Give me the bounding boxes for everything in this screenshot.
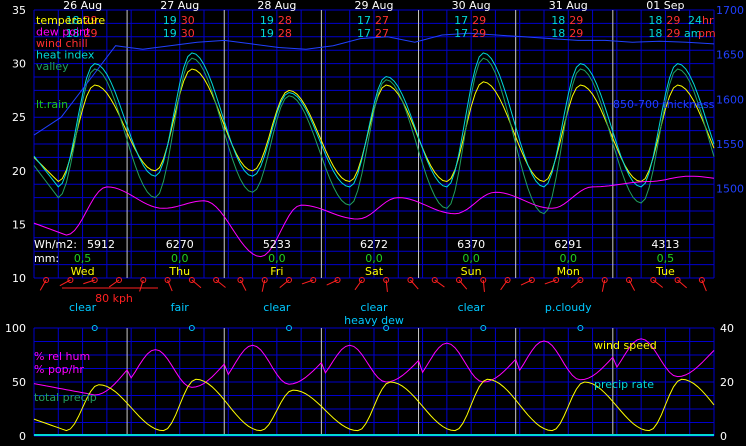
date-label: 28 Aug: [257, 0, 296, 12]
legend-pop-hr: % pop/hr: [34, 363, 84, 376]
max-temp-pm: 30: [181, 27, 195, 40]
thickness-label: 850-700 thickness: [613, 98, 715, 111]
legend-precip-rate: precip rate: [594, 378, 654, 391]
max-temp-pm: 29: [666, 27, 680, 40]
day-name: Wed: [71, 265, 95, 278]
legend-valley: valley: [36, 60, 69, 73]
date-label: 26 Aug: [63, 0, 102, 12]
daily-radiation: 5233: [263, 238, 291, 251]
day-name: Mon: [557, 265, 580, 278]
min-temp-am: 19: [260, 27, 274, 40]
daily-radiation: 6272: [360, 238, 388, 251]
sky-condition-label: clear: [458, 301, 486, 314]
precip-row-label: mm:: [34, 252, 59, 265]
tick-label-temp: 35: [12, 4, 26, 17]
daily-precip-mm: 0,0: [268, 252, 286, 265]
tick-label-thickness: 1550: [716, 138, 744, 151]
min-temp-24h: 17: [357, 14, 371, 27]
tick-label-temp: 20: [12, 165, 26, 178]
legend-lt-rain: lt.rain: [36, 98, 68, 111]
tick-label-percent: 0: [19, 430, 26, 443]
tick-label-percent: 100: [5, 322, 26, 335]
header-suffix-pm: pm: [698, 27, 716, 40]
daily-precip-mm: 0,0: [462, 252, 480, 265]
daily-precip-mm: 0,0: [171, 252, 189, 265]
min-temp-24h: 19: [260, 14, 274, 27]
daily-precip-mm: 0,0: [365, 252, 383, 265]
daily-precip-mm: 0,5: [657, 252, 675, 265]
radiation-row-label: Wh/m2:: [34, 238, 77, 251]
day-name: Sat: [365, 265, 384, 278]
legend-total-precip: total precip: [34, 391, 97, 404]
min-temp-am: 17: [357, 27, 371, 40]
max-temp-pm: 28: [278, 27, 292, 40]
min-temp-24h: 18: [648, 14, 662, 27]
sky-condition-label: clear: [69, 301, 97, 314]
header-suffix-24: 24: [688, 14, 702, 27]
max-temp-pm: 27: [375, 27, 389, 40]
max-temp-24h: 29: [666, 14, 680, 27]
day-name: Sun: [461, 265, 482, 278]
max-temp-24h: 30: [181, 14, 195, 27]
min-temp-am: 17: [454, 27, 468, 40]
sky-condition-label: fair: [171, 301, 190, 314]
sky-condition-label: p.cloudy: [545, 301, 592, 314]
tick-label-temp: 30: [12, 58, 26, 71]
max-temp-pm: 29: [472, 27, 486, 40]
min-temp-am: 19: [163, 27, 177, 40]
tick-label-speed: 40: [720, 322, 734, 335]
tick-label-temp: 15: [12, 218, 26, 231]
tick-label-speed: 0: [720, 430, 727, 443]
tick-label-percent: 50: [12, 376, 26, 389]
tick-label-thickness: 1700: [716, 4, 744, 17]
date-label: 29 Aug: [355, 0, 394, 12]
max-temp-24h: 29: [569, 14, 583, 27]
day-name: Thu: [168, 265, 190, 278]
sky-condition-label: clear: [263, 301, 291, 314]
day-name: Fri: [270, 265, 283, 278]
daily-radiation: 5912: [87, 238, 115, 251]
min-temp-am: 18: [551, 27, 565, 40]
min-temp-24h: 19: [163, 14, 177, 27]
date-label: 01 Sep: [646, 0, 684, 12]
wind-scale-label: 80 kph: [95, 292, 133, 305]
max-temp-24h: 27: [375, 14, 389, 27]
max-temp-24h: 29: [472, 14, 486, 27]
date-label: 30 Aug: [452, 0, 491, 12]
legend-wind-speed: wind speed: [594, 339, 657, 352]
daily-radiation: 4313: [651, 238, 679, 251]
daily-radiation: 6270: [166, 238, 194, 251]
min-temp-am: 18: [648, 27, 662, 40]
max-temp-pm: 29: [569, 27, 583, 40]
date-label: 31 Aug: [549, 0, 588, 12]
min-temp-24h: 17: [454, 14, 468, 27]
max-temp-24h: 28: [278, 14, 292, 27]
tick-label-thickness: 1500: [716, 183, 744, 196]
min-temp-24h: 18: [551, 14, 565, 27]
tick-label-temp: 10: [12, 272, 26, 285]
sky-condition-label: clear: [360, 301, 388, 314]
day-name: Tue: [655, 265, 675, 278]
tick-label-thickness: 1600: [716, 93, 744, 106]
legend-rel-hum: % rel hum: [34, 350, 90, 363]
tick-label-speed: 20: [720, 376, 734, 389]
daily-radiation: 6370: [457, 238, 485, 251]
daily-radiation: 6291: [554, 238, 582, 251]
tick-label-temp: 25: [12, 111, 26, 124]
daily-precip-mm: 0,0: [560, 252, 578, 265]
meteogram: 10 15 20 25 30 35 1500 1550 1600 1650 1700 0 50 100 0 2…: [0, 0, 746, 446]
daily-precip-mm: 0,5: [74, 252, 92, 265]
tick-label-thickness: 1650: [716, 49, 744, 62]
header-suffix-hr: hr: [702, 14, 714, 27]
heavy-dew-label: heavy dew: [344, 314, 404, 327]
date-label: 27 Aug: [160, 0, 199, 12]
